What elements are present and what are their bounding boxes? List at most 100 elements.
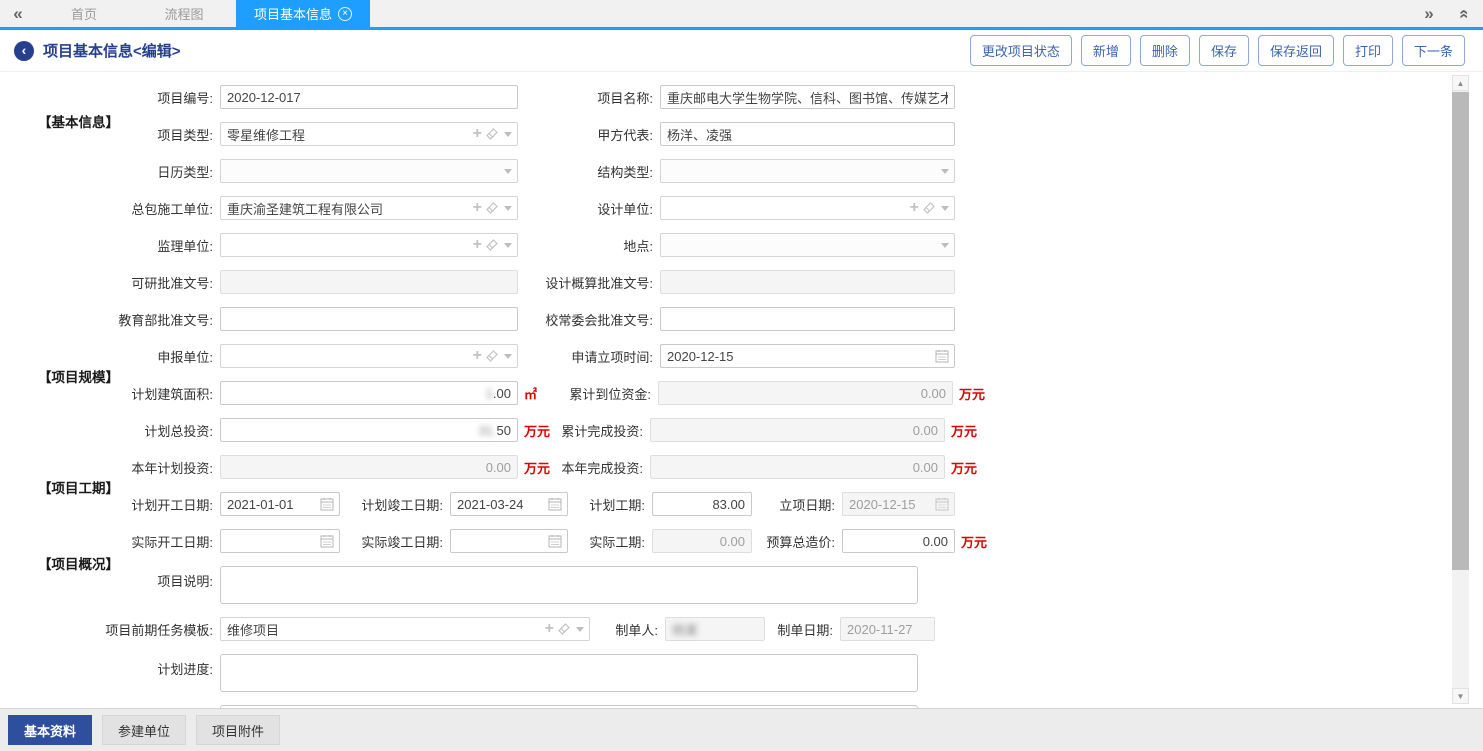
year-completed-input [650,455,945,479]
change-project-status-button[interactable]: 更改项目状态 [970,35,1072,66]
calendar-icon[interactable] [320,497,334,511]
add-icon[interactable]: + [473,348,482,364]
moe-doc-label: 教育部批准文号: [0,310,220,329]
applicant-unit-label: 申报单位: [0,347,220,366]
tab-project-basic-info[interactable]: 项目基本信息 × [236,0,370,27]
chevron-down-icon[interactable] [504,243,512,248]
clear-icon[interactable] [486,350,498,362]
next-record-button[interactable]: 下一条 [1402,35,1465,66]
project-code-input[interactable] [220,85,518,109]
scroll-up-button[interactable]: ▲ [1452,75,1469,91]
chevron-down-icon[interactable] [504,206,512,211]
planned-total-investment-label: 计划总投资: [0,421,220,440]
add-icon[interactable]: + [473,237,482,253]
design-unit-combo[interactable]: + [660,196,955,220]
form-row: 项目编号: 项目名称: [0,85,1449,109]
collapse-tabs-left-icon[interactable]: « [0,0,36,27]
committee-doc-input[interactable] [660,307,955,331]
structure-type-label: 结构类型: [518,162,660,181]
page-toolbar: ‹ 项目基本信息<编辑> 更改项目状态 新增 删除 保存 保存返回 打印 下一条 [0,30,1483,72]
tab-home[interactable]: 首页 [36,0,132,27]
section-project-overview: 【项目概况】 [38,553,119,573]
top-tab-bar: « 首页 流程图 项目基本信息 × » « [0,0,1483,30]
clear-icon[interactable] [558,623,570,635]
close-icon[interactable]: × [338,7,352,21]
project-type-combo[interactable]: 零星维修工程 + [220,122,518,146]
planned-start-input[interactable]: 2021-01-01 [220,492,340,516]
structure-type-select[interactable] [660,159,955,183]
cumulative-funds-label: 累计到位资金: [537,384,658,403]
form-content: 【基本信息】 【项目规模】 【项目工期】 【项目概况】 项目编号: 项目名称: … [0,73,1449,708]
project-name-input[interactable] [660,85,955,109]
clear-icon[interactable] [923,202,935,214]
print-button[interactable]: 打印 [1343,35,1393,66]
save-button[interactable]: 保存 [1199,35,1249,66]
tab-flowchart[interactable]: 流程图 [132,0,236,27]
scrollbar-thumb[interactable] [1452,92,1469,570]
actual-start-input[interactable] [220,529,340,553]
add-icon[interactable]: + [910,200,919,216]
creator-label: 制单人: [590,620,665,639]
save-return-button[interactable]: 保存返回 [1258,35,1334,66]
planned-progress-textarea[interactable] [220,654,918,692]
add-icon[interactable]: + [473,126,482,142]
planned-area-input[interactable]: 1.00 [220,381,518,405]
budget-total-input[interactable] [842,529,955,553]
bottom-tab-bar: 基本资料 参建单位 项目附件 [0,708,1483,751]
calendar-icon[interactable] [548,534,562,548]
delete-button[interactable]: 删除 [1140,35,1190,66]
chevron-down-icon[interactable] [941,206,949,211]
supervision-unit-combo[interactable]: + [220,233,518,257]
budget-total-label: 预算总造价: [752,532,842,551]
cumulative-completed-label: 累计完成投资: [550,421,650,440]
add-button[interactable]: 新增 [1081,35,1131,66]
creator-input: 杨某 [665,617,765,641]
bottom-tab-basic-data[interactable]: 基本资料 [8,715,92,745]
add-icon[interactable]: + [545,621,554,637]
party-a-rep-input[interactable] [660,122,955,146]
clear-icon[interactable] [486,202,498,214]
form-row: 项目类型: 零星维修工程 + 甲方代表: [0,122,1449,146]
location-select[interactable] [660,233,955,257]
general-contractor-combo[interactable]: 重庆渝圣建筑工程有限公司 + [220,196,518,220]
app-window: « 首页 流程图 项目基本信息 × » « ‹ 项目基本信息<编辑> 更改项目状… [0,0,1483,751]
chevron-down-icon[interactable] [504,354,512,359]
project-desc-textarea[interactable] [220,566,918,604]
calendar-type-select[interactable] [220,159,518,183]
bottom-tab-participating-units[interactable]: 参建单位 [102,715,186,745]
chevron-down-icon[interactable] [576,627,584,632]
calendar-icon[interactable] [935,349,949,363]
chevron-down-icon[interactable] [941,243,949,248]
planned-end-input[interactable]: 2021-03-24 [450,492,568,516]
collapse-panel-icon[interactable]: « [1447,0,1483,27]
design-unit-label: 设计单位: [518,199,660,218]
add-icon[interactable]: + [473,200,482,216]
calendar-icon[interactable] [320,534,334,548]
form-row: 项目说明: [0,566,1449,604]
vertical-scrollbar[interactable]: ▲ ▼ [1452,75,1469,704]
clear-icon[interactable] [486,239,498,251]
chevron-down-icon[interactable] [504,169,512,174]
planned-duration-input[interactable] [652,492,752,516]
form-row: 教育部批准文号: 校常委会批准文号: [0,307,1449,331]
back-icon[interactable]: ‹ [14,41,34,61]
bottom-tab-project-attachments[interactable]: 项目附件 [196,715,280,745]
section-project-scale: 【项目规模】 [38,366,119,386]
calendar-type-label: 日历类型: [0,162,220,181]
moe-doc-input[interactable] [220,307,518,331]
unit-wanyuan: 万元 [961,532,987,551]
cumulative-completed-input [650,418,945,442]
pre-task-template-combo[interactable]: 维修项目 + [220,617,590,641]
scroll-down-button[interactable]: ▼ [1452,688,1469,704]
calendar-icon[interactable] [548,497,562,511]
chevron-down-icon[interactable] [504,132,512,137]
design-budget-doc-label: 设计概算批准文号: [518,273,660,292]
scroll-tabs-right-icon[interactable]: » [1411,0,1447,27]
actual-end-input[interactable] [450,529,568,553]
application-date-input[interactable]: 2020-12-15 [660,344,955,368]
applicant-unit-combo[interactable]: + [220,344,518,368]
clear-icon[interactable] [486,128,498,140]
chevron-down-icon[interactable] [941,169,949,174]
planned-total-investment-input[interactable]: 31.50 [220,418,518,442]
committee-doc-label: 校常委会批准文号: [518,310,660,329]
